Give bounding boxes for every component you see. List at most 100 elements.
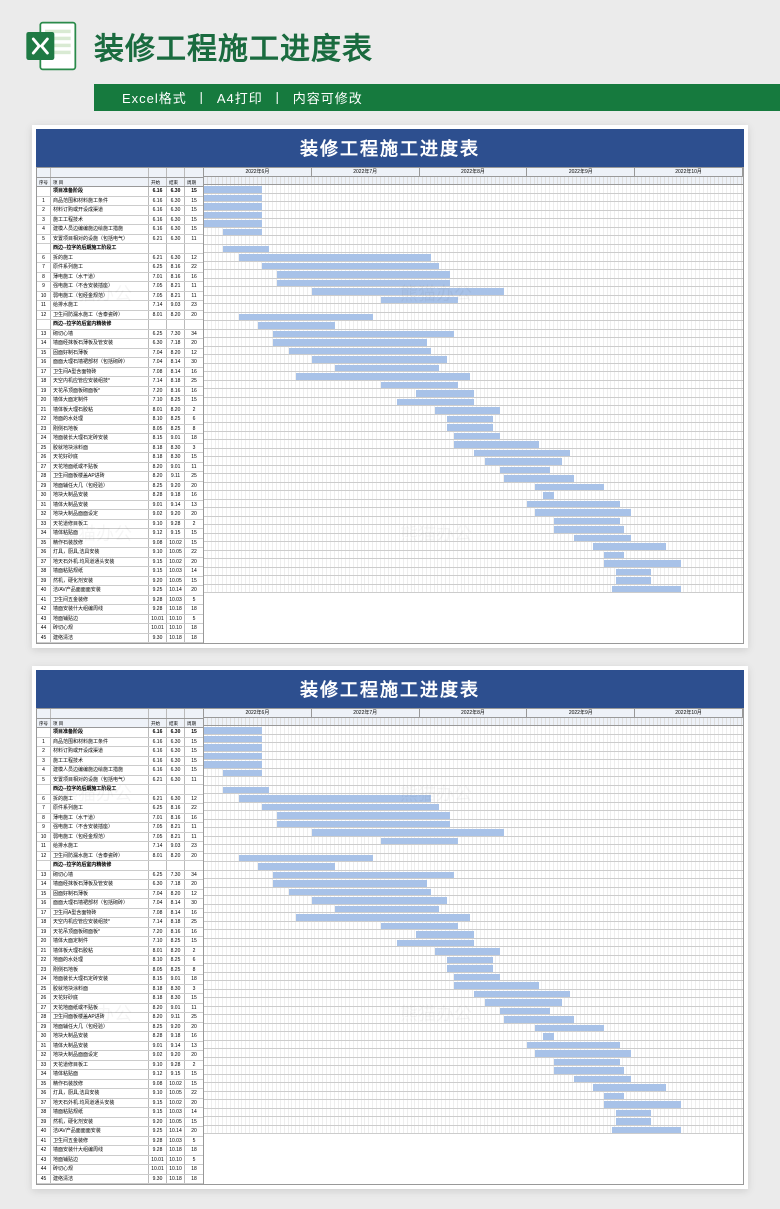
month-header: 2022年8月 [420,709,528,717]
task-row: 44砖切心规10.0110.1018 [37,1165,203,1175]
gantt-bar [616,1110,651,1117]
gantt-bar [277,821,450,828]
gantt-bar [535,1025,604,1032]
gantt-bar [312,356,447,363]
gantt-row [204,930,743,939]
gantt-bar [543,492,555,499]
gantt-bar [335,365,439,372]
gantt-row [204,457,743,466]
task-row: 14墙面经抹板石薄板及管安装6.307.1820 [37,339,203,349]
sheet-title: 装修工程施工进度表 [36,129,744,167]
gantt-row [204,990,743,999]
gantt-bar [604,552,623,559]
gantt-bar [273,339,427,346]
gantt-row [204,1058,743,1067]
gantt-bar [204,736,262,743]
task-row: 8薄电施工（水干道）7.018.1616 [37,814,203,824]
gantt-row [204,1100,743,1109]
task-row: 6拆的施工6.216.3012 [37,795,203,805]
gantt-row [204,415,743,424]
gantt-bar [604,560,681,567]
gantt-bar [312,288,505,295]
task-row: 24地面装长大理石定砖安装8.159.0118 [37,434,203,444]
gantt-bar [527,501,619,508]
gantt-row [204,287,743,296]
gantt-bar [273,872,454,879]
gantt-row [204,828,743,837]
task-row: 20墙体大面定制件7.108.2515 [37,396,203,406]
gantt-bar [223,770,262,777]
gantt-row [204,1015,743,1024]
gantt-bar [289,889,431,896]
gantt-row [204,973,743,982]
gantt-bar [277,812,450,819]
gantt-bar [616,577,651,584]
gantt-bar [204,220,262,227]
gantt-bar [500,1008,550,1015]
gantt-row [204,760,743,769]
gantt-row [204,1066,743,1075]
gantt-row [204,228,743,237]
task-row: 41卫生间五金装修9.2810.035 [37,596,203,606]
task-row: 西边--拉字的后室内精装修 [37,320,203,330]
gantt-bar [474,991,570,998]
gantt-bar [258,322,335,329]
gantt-row [204,939,743,948]
gantt-bar [204,203,262,210]
task-row: 42墙面安装什大组编周线9.2810.1818 [37,605,203,615]
task-row: 1商品范围和材料施工条件6.166.3015 [37,197,203,207]
gantt-row [204,998,743,1007]
gantt-row [204,219,743,228]
gantt-row [204,253,743,262]
gantt-row [204,811,743,820]
gantt-bar [616,1118,651,1125]
gantt-bar [504,1016,573,1023]
task-row: 35精作石装放修9.0810.0215 [37,539,203,549]
task-row: 9强电施工（不含安装插座）7.058.2111 [37,282,203,292]
task-row: 3施工工程技术6.166.3015 [37,757,203,767]
task-row: 23刚侧石地板8.058.258 [37,425,203,435]
task-row: 11给排水施工7.149.0323 [37,842,203,852]
gantt-row [204,803,743,812]
gantt-row [204,837,743,846]
gantt-row [204,888,743,897]
gantt-bar [204,212,262,219]
gantt-bar [204,761,262,768]
task-row: 18天空内机应管应安装组技*7.148.1825 [37,918,203,928]
gantt-bar [381,838,458,845]
sheet-preview-2: 装修工程施工进度表序号项 目开始结束周期项目准备阶段6.166.30151商品范… [32,666,748,1189]
gantt-bar [397,399,474,406]
gantt-row [204,1092,743,1101]
task-row: 39然机，硬化剂安装9.2010.0515 [37,1118,203,1128]
gantt-row [204,432,743,441]
gantt-bar [485,458,562,465]
gantt-bar [504,475,573,482]
gantt-row [204,568,743,577]
month-header: 2022年8月 [420,168,528,176]
gantt-row [204,981,743,990]
gantt-row [204,449,743,458]
sheet-container: 装修工程施工进度表序号项 目开始结束周期项目准备阶段6.166.30151商品范… [0,111,780,1209]
task-row: 37地天石外机.均风道通头安装9.1510.0220 [37,558,203,568]
task-row: 39然机，硬化剂安装9.2010.0515 [37,577,203,587]
task-row: 43地面铺贴边10.0110.105 [37,1156,203,1166]
task-row: 38墙面粘贴规纸9.1510.0314 [37,1108,203,1118]
gantt-row [204,726,743,735]
gantt-bar [262,804,439,811]
gantt-row [204,517,743,526]
page-title: 装修工程施工进度表 [94,24,756,68]
task-row: 2材料订购或开设成渠道6.166.3015 [37,747,203,757]
gantt-bar [574,1076,632,1083]
month-header: 2022年10月 [635,168,743,176]
gantt-bar [273,880,427,887]
gantt-row [204,786,743,795]
gantt-bar [454,982,539,989]
gantt-bar [447,424,493,431]
gantt-row [204,466,743,475]
gantt-bar [273,331,454,338]
gantt-row [204,1117,743,1126]
task-row: 25胶就地块涂料面8.188.303 [37,985,203,995]
gantt-bar [258,863,335,870]
task-row: 32地块大制品面面设定9.029.2020 [37,1051,203,1061]
task-row: 30地块大制品安装8.289.1816 [37,1032,203,1042]
